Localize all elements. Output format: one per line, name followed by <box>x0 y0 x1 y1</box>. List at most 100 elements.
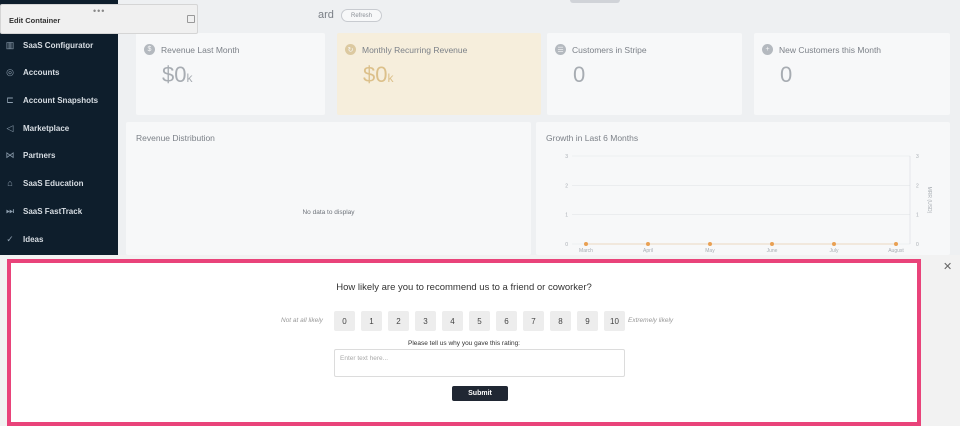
growth-chart: 0 1 2 3 0 1 2 3 MRR (USD) March April May June July Au… <box>565 154 932 254</box>
snapshot-icon: ⊏ <box>6 94 14 105</box>
stat-unit: k <box>186 71 193 85</box>
sidebar-item-4[interactable]: ⋈ Partners <box>0 144 118 166</box>
growth-panel: Growth in Last 6 Months 0 1 2 3 0 1 2 3 MRR (USD… <box>536 122 950 255</box>
stat-number: 0 <box>780 62 793 87</box>
sidebar-item-label: Partners <box>23 150 56 160</box>
stat-value: 0 <box>780 62 792 88</box>
survey-question: How likely are you to recommend us to a … <box>336 282 592 293</box>
score-button-4[interactable]: 4 <box>442 311 463 331</box>
sidebar-item-7[interactable]: ✓ Ideas <box>0 228 118 250</box>
score-button-5[interactable]: 5 <box>469 311 490 331</box>
score-button-2[interactable]: 2 <box>388 311 409 331</box>
score-button-7[interactable]: 7 <box>523 311 544 331</box>
y-tick-left: 3 <box>565 154 568 160</box>
chart-bars-icon: ▥ <box>5 39 15 50</box>
y-tick-left: 0 <box>565 242 568 248</box>
stat-card: ☰ Customers in Stripe 0 <box>547 33 742 115</box>
stat-card: ↻ Monthly Recurring Revenue $0k <box>337 33 541 115</box>
sidebar-item-0[interactable]: ▥ SaaS Configurator <box>0 34 118 56</box>
stat-title: New Customers this Month <box>779 45 882 55</box>
submit-button[interactable]: Submit <box>452 386 508 401</box>
x-tick-label: May <box>705 248 715 254</box>
graduation-icon: ⌂ <box>7 178 13 188</box>
sidebar-item-label: Account Snapshots <box>23 95 99 105</box>
x-tick-label: June <box>767 248 778 254</box>
nps-survey-box: How likely are you to recommend us to a … <box>7 259 921 426</box>
score-button-0[interactable]: 0 <box>334 311 355 331</box>
reason-input[interactable] <box>334 349 625 377</box>
stat-title: Customers in Stripe <box>572 45 647 55</box>
check-circle-icon: ✓ <box>6 233 14 244</box>
x-tick-label: August <box>888 248 904 254</box>
y-tick-left: 1 <box>565 213 568 219</box>
megaphone-icon: ◁ <box>6 122 14 133</box>
stat-title: Revenue Last Month <box>161 45 240 55</box>
y-tick-right: 1 <box>916 213 919 219</box>
y-tick-right: 2 <box>916 183 919 189</box>
no-data-message: No data to display <box>302 209 355 216</box>
stat-value: $0k <box>363 62 393 88</box>
score-button-8[interactable]: 8 <box>550 311 571 331</box>
score-button-9[interactable]: 9 <box>577 311 598 331</box>
score-button-1[interactable]: 1 <box>361 311 382 331</box>
data-point <box>894 242 898 246</box>
page-title: ard <box>318 9 334 21</box>
x-tick-label: April <box>643 248 653 254</box>
sidebar-item-2[interactable]: ⊏ Account Snapshots <box>0 89 118 111</box>
top-handle <box>570 0 620 3</box>
edit-container-label: Edit Container <box>9 16 61 25</box>
data-point <box>646 242 650 246</box>
data-point <box>832 242 836 246</box>
stat-number: $0 <box>363 62 388 87</box>
score-scale: Not at all likely Extremely likely 01234… <box>11 311 917 331</box>
sidebar-item-label: Marketplace <box>23 123 70 133</box>
drag-handle-icon[interactable]: ••• <box>93 6 105 16</box>
x-tick-label: July <box>830 248 839 254</box>
score-button-10[interactable]: 10 <box>604 311 625 331</box>
reason-label: Please tell us why you gave this rating: <box>407 340 520 347</box>
recurring-icon: ↻ <box>345 44 356 55</box>
customers-icon: ☰ <box>555 44 566 55</box>
sidebar-item-label: SaaS Education <box>23 178 84 188</box>
data-point <box>584 242 588 246</box>
sidebar-item-3[interactable]: ◁ Marketplace <box>0 117 118 139</box>
right-axis-label: MRR (USD) <box>926 187 932 214</box>
expand-icon[interactable] <box>187 15 195 23</box>
handshake-icon: ⋈ <box>5 149 15 160</box>
data-point <box>708 242 712 246</box>
stat-number: $0 <box>162 62 187 87</box>
nps-survey-banner: How likely are you to recommend us to a … <box>0 255 960 426</box>
sidebar-item-5[interactable]: ⌂ SaaS Education <box>0 172 118 194</box>
score-button-3[interactable]: 3 <box>415 311 436 331</box>
stat-card: $ Revenue Last Month $0k <box>136 33 325 115</box>
data-point <box>770 242 774 246</box>
y-tick-left: 2 <box>565 183 568 189</box>
refresh-button[interactable]: Refresh <box>341 9 382 22</box>
sidebar-item-1[interactable]: ◎ Accounts <box>0 61 118 83</box>
stat-title: Monthly Recurring Revenue <box>362 45 468 55</box>
x-tick-label: March <box>579 248 593 254</box>
y-tick-right: 3 <box>916 154 919 160</box>
fast-forward-icon: ⏭ <box>5 205 15 216</box>
edit-container-toolbar[interactable]: Edit Container ••• <box>0 4 198 34</box>
scale-low-label: Not at all likely <box>281 317 323 324</box>
sidebar-item-label: Ideas <box>23 234 44 244</box>
stat-card: + New Customers this Month 0 <box>754 33 950 115</box>
revenue-distribution-title: Revenue Distribution <box>136 133 215 143</box>
sidebar-item-label: SaaS Configurator <box>23 40 94 50</box>
revenue-distribution-panel: Revenue Distribution No data to display <box>126 122 531 255</box>
close-icon[interactable]: ✕ <box>943 260 952 273</box>
stat-unit: k <box>387 71 394 85</box>
y-tick-right: 0 <box>916 242 919 248</box>
stat-number: 0 <box>573 62 586 87</box>
sidebar-item-6[interactable]: ⏭ SaaS FastTrack <box>0 200 118 222</box>
new-customer-icon: + <box>762 44 773 55</box>
scale-high-label: Extremely likely <box>628 317 674 324</box>
sidebar-item-label: SaaS FastTrack <box>23 206 83 216</box>
score-button-6[interactable]: 6 <box>496 311 517 331</box>
stat-value: $0k <box>162 62 192 88</box>
dollar-icon: $ <box>144 44 155 55</box>
stat-value: 0 <box>573 62 585 88</box>
location-pin-icon: ◎ <box>6 66 14 77</box>
refresh-label: Refresh <box>350 12 372 19</box>
